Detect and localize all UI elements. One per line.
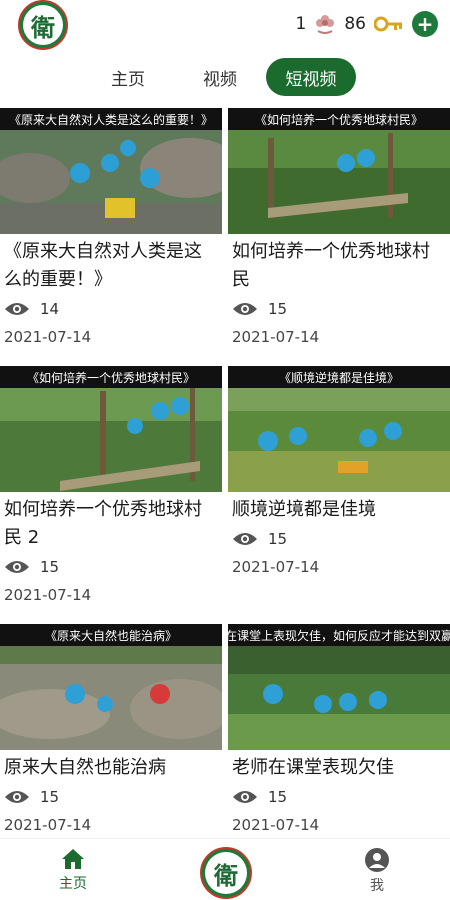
video-thumbnail[interactable]: 《如何培养一个优秀地球村民》 [228,108,450,234]
app-header: 衛 1 86 + [0,0,450,50]
video-thumbnail[interactable]: 《顺境逆境都是佳境》 [228,366,450,492]
thumbnail-caption: 《老师在课堂上表现欠佳，如何反应才能达到双赢局面》 [228,624,450,646]
video-thumbnail[interactable]: 《原来大自然也能治病》 [0,624,222,750]
video-title[interactable]: 如何培养一个优秀地球村民 2 [4,496,218,552]
view-count: 15 [232,298,287,320]
video-date: 2021-07-14 [232,558,320,576]
view-count: 15 [232,786,287,808]
flower-icon[interactable] [314,13,336,35]
logo-glyph: 衛 [23,5,63,45]
logo-glyph: 衛 [205,852,247,894]
eye-icon [5,303,29,315]
video-title[interactable]: 老师在课堂表现欠佳 [232,754,446,782]
tab-short-video[interactable]: 短视频 [266,58,356,96]
bottom-navigation: 主页 衛 我 [0,838,450,900]
view-count-value: 14 [40,300,60,318]
thumbnail-caption: 《顺境逆境都是佳境》 [228,366,450,388]
eye-icon [233,533,257,545]
key-icon[interactable] [373,15,404,33]
tab-video[interactable]: 视频 [192,58,248,96]
thumbnail-caption: 《如何培养一个优秀地球村民》 [0,366,222,388]
nav-me[interactable]: 我 [354,847,400,895]
view-count-value: 15 [268,530,288,548]
video-date: 2021-07-14 [232,816,320,834]
video-thumbnail[interactable]: 《如何培养一个优秀地球村民》 [0,366,222,492]
eye-icon [5,561,29,573]
video-thumbnail[interactable]: 《原来大自然对人类是这么的重要！》 [0,108,222,234]
center-logo-button[interactable]: 衛 [200,847,252,899]
count-b: 86 [344,14,366,34]
video-thumbnail[interactable]: 《老师在课堂上表现欠佳，如何反应才能达到双赢局面》 [228,624,450,750]
video-date: 2021-07-14 [4,328,92,346]
view-count: 14 [4,298,59,320]
view-count-value: 15 [268,788,288,806]
add-button[interactable]: + [412,11,438,37]
nav-me-label: 我 [370,878,384,894]
view-count: 15 [4,786,59,808]
view-count-value: 15 [40,558,60,576]
video-card[interactable]: 《如何培养一个优秀地球村民》 如何培养一个优秀地球村民 15 2021-07-1… [228,108,450,366]
view-count-value: 15 [40,788,60,806]
thumbnail-caption: 《原来大自然也能治病》 [0,624,222,646]
video-card[interactable]: 《如何培养一个优秀地球村民》 如何培养一个优秀地球村民 2 15 2021-07… [0,366,222,624]
count-a: 1 [295,14,307,34]
plus-icon: + [416,12,434,36]
app-logo: 衛 [18,0,68,50]
eye-icon [5,791,29,803]
video-date: 2021-07-14 [4,586,92,604]
view-count-value: 15 [268,300,288,318]
video-date: 2021-07-14 [4,816,92,834]
view-count: 15 [4,556,59,578]
eye-icon [233,791,257,803]
header-stats: 1 86 + [296,10,438,38]
nav-home[interactable]: 主页 [50,847,96,893]
home-icon [62,849,84,869]
video-title[interactable]: 顺境逆境都是佳境 [232,496,446,524]
eye-icon [233,303,257,315]
category-tabs: 主页 视频 短视频 [0,58,450,98]
tab-home[interactable]: 主页 [100,58,156,96]
user-icon [365,848,389,872]
thumbnail-caption: 《原来大自然对人类是这么的重要！》 [0,108,222,130]
video-card[interactable]: 《原来大自然对人类是这么的重要！》 《原来大自然对人类是这么的重要！》 14 2… [0,108,222,366]
video-card[interactable]: 《顺境逆境都是佳境》 顺境逆境都是佳境 15 2021-07-14 [228,366,450,624]
thumbnail-caption: 《如何培养一个优秀地球村民》 [228,108,450,130]
video-title[interactable]: 原来大自然也能治病 [4,754,218,782]
nav-home-label: 主页 [59,876,87,892]
video-title[interactable]: 《原来大自然对人类是这么的重要！》 [4,238,218,294]
video-date: 2021-07-14 [232,328,320,346]
view-count: 15 [232,528,287,550]
video-title[interactable]: 如何培养一个优秀地球村民 [232,238,446,294]
